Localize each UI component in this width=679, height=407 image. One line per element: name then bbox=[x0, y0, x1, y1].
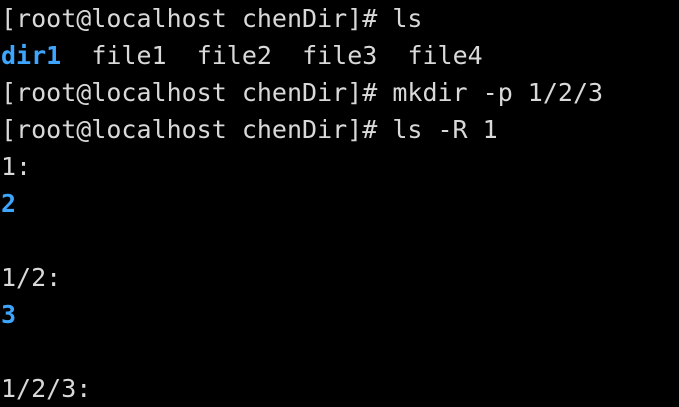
file-entry: file1 bbox=[91, 41, 167, 70]
terminal-line-ls-output: dir1 file1 file2 file3 file4 bbox=[1, 37, 679, 74]
listing-header: 1/2/3: bbox=[1, 374, 92, 403]
command-text: mkdir -p 1/2/3 bbox=[392, 78, 604, 107]
file-entry: file3 bbox=[302, 41, 378, 70]
command-text: ls bbox=[392, 4, 423, 33]
shell-prompt: [root@localhost chenDir]# bbox=[1, 115, 393, 144]
terminal-line-listing-entry: 3 bbox=[1, 296, 679, 333]
directory-entry: 2 bbox=[1, 189, 17, 218]
terminal-line-listing-header: 1: bbox=[1, 148, 679, 185]
terminal-line-command-mkdir: [root@localhost chenDir]# mkdir -p 1/2/3 bbox=[1, 74, 679, 111]
listing-header: 1/2: bbox=[1, 263, 62, 292]
terminal-line-listing-entry: 2 bbox=[1, 185, 679, 222]
terminal-line-listing-header: 1/2/3: bbox=[1, 370, 679, 407]
file-entry: file2 bbox=[196, 41, 272, 70]
terminal-line-command-ls: [root@localhost chenDir]# ls bbox=[1, 0, 679, 37]
shell-prompt: [root@localhost chenDir]# bbox=[1, 78, 393, 107]
shell-prompt: [root@localhost chenDir]# bbox=[1, 4, 393, 33]
terminal-window[interactable]: [root@localhost chenDir]# ls dir1 file1 … bbox=[0, 0, 679, 406]
terminal-line-command-ls-recursive: [root@localhost chenDir]# ls -R 1 bbox=[1, 111, 679, 148]
directory-entry: 3 bbox=[1, 300, 17, 329]
listing-header: 1: bbox=[1, 152, 32, 181]
directory-entry: dir1 bbox=[1, 41, 62, 70]
terminal-line-listing-header: 1/2: bbox=[1, 259, 679, 296]
command-text: ls -R 1 bbox=[392, 115, 498, 144]
file-entry: file4 bbox=[407, 41, 483, 70]
